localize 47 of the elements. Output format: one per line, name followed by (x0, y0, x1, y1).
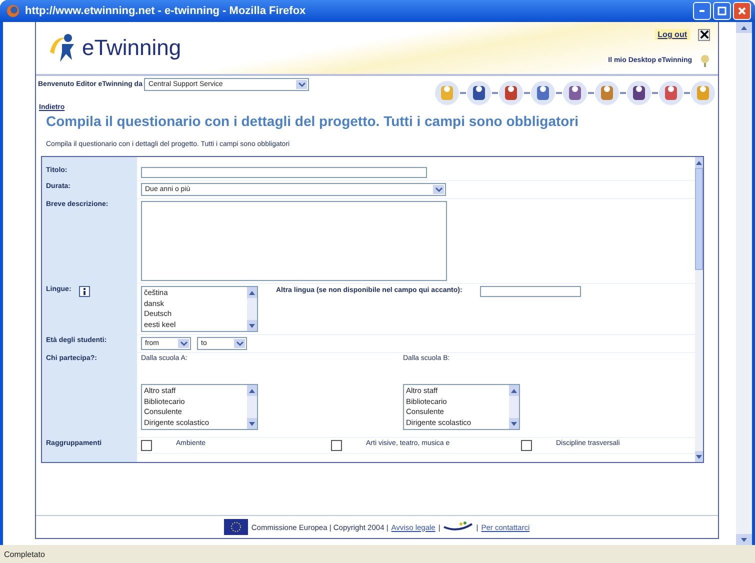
triangle-down-icon (741, 538, 747, 542)
triangle-down-icon (696, 454, 702, 458)
scroll-up-button[interactable] (736, 22, 752, 33)
minimize-button[interactable] (693, 2, 711, 20)
triangle-down-icon (511, 422, 517, 426)
other-language-field[interactable] (480, 286, 582, 297)
scroll-down-button[interactable] (247, 320, 257, 331)
logout-link[interactable]: Log out (654, 29, 690, 40)
triangle-down-icon (249, 422, 255, 426)
page-heading: Compila il questionario con i dettagli del progetto. Tutti i campi sono obbligatori (46, 113, 580, 129)
triangle-up-icon (741, 26, 747, 30)
triangle-up-icon (249, 388, 255, 392)
description-field[interactable] (141, 201, 447, 281)
checkbox[interactable] (521, 440, 532, 451)
scroll-down-button[interactable] (695, 451, 703, 462)
triangle-up-icon (511, 388, 517, 392)
logo-text: eTwinning (82, 35, 182, 61)
eu-flag-icon (224, 519, 248, 535)
triangle-down-icon (249, 324, 255, 328)
checkbox[interactable] (141, 440, 152, 451)
close-button[interactable] (698, 28, 710, 40)
scroll-up-button[interactable] (695, 157, 703, 168)
close-icon (737, 6, 747, 16)
minimize-icon (699, 10, 705, 12)
chevron-down-icon (180, 340, 188, 346)
scroll-up-button[interactable] (509, 385, 519, 396)
status-text: Completato (4, 550, 45, 558)
scroll-down-button[interactable] (736, 534, 752, 545)
title-field[interactable] (141, 167, 427, 178)
triangle-up-icon (696, 160, 702, 164)
scroll-down-button[interactable] (509, 418, 519, 429)
window-title: http://www.etwinning.net - e-twinning - Mozilla Firefox (25, 5, 307, 17)
chevron-down-icon (236, 340, 244, 346)
browser-icon (6, 4, 20, 18)
scroll-up-button[interactable] (247, 385, 257, 396)
info-icon[interactable] (79, 286, 90, 297)
scroll-up-button[interactable] (247, 287, 257, 298)
scroll-down-button[interactable] (247, 418, 257, 429)
scrollbar-thumb[interactable] (695, 168, 703, 270)
maximize-icon (717, 6, 727, 16)
maximize-button[interactable] (713, 2, 731, 20)
triangle-up-icon (249, 290, 255, 294)
chevron-down-icon (298, 82, 306, 88)
swoosh-icon (443, 521, 474, 533)
checkbox[interactable] (331, 440, 342, 451)
chevron-down-icon (434, 186, 442, 192)
close-icon (700, 30, 708, 39)
